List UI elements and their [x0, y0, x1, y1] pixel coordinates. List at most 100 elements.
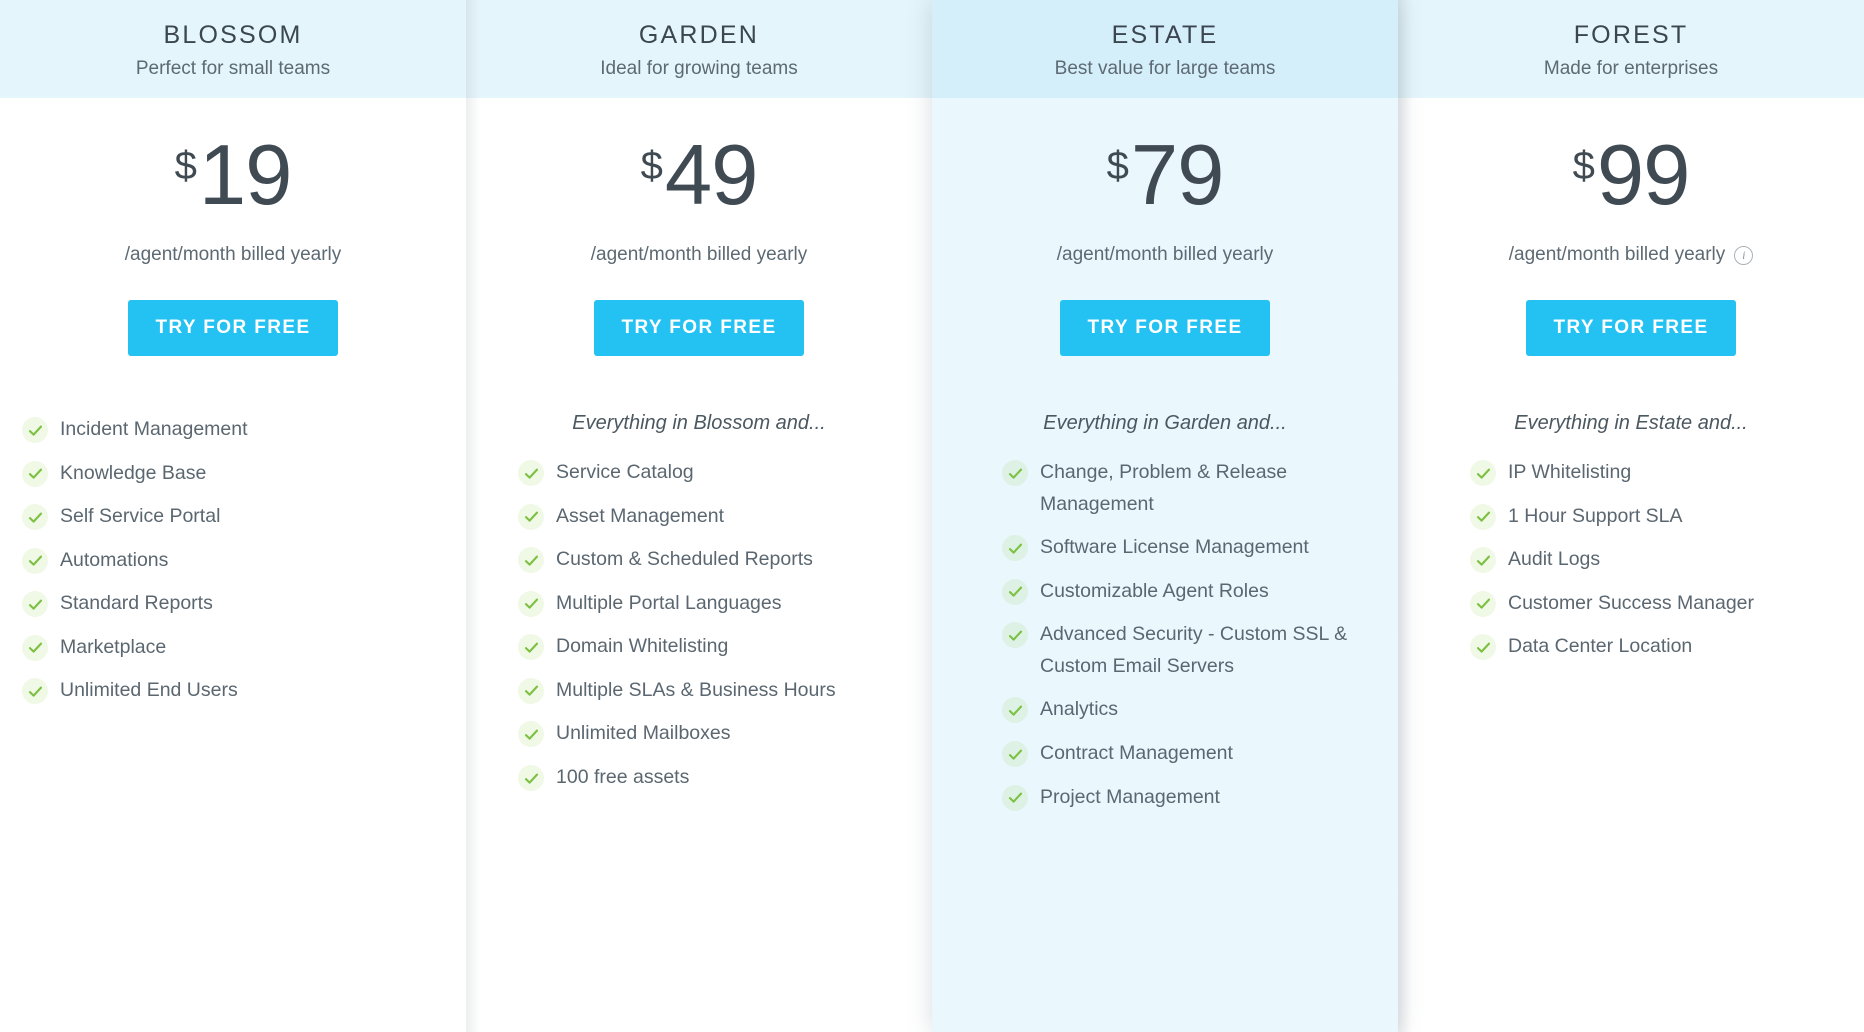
- plan-header: GARDEN Ideal for growing teams: [466, 0, 932, 98]
- plan-body: $99/agent/month billed yearly i TRY FOR FR…: [1398, 98, 1864, 1032]
- feature-item: Domain Whitelisting: [518, 631, 902, 663]
- price-note: /agent/month billed yearly: [1057, 244, 1274, 266]
- feature-item: Project Management: [1002, 782, 1374, 814]
- feature-label: Data Center Location: [1508, 635, 1693, 658]
- feature-item: Change, Problem & Release Management: [1002, 457, 1374, 520]
- feature-item: Custom & Scheduled Reports: [518, 544, 902, 576]
- feature-label: IP Whitelisting: [1508, 461, 1632, 483]
- check-icon: [1470, 503, 1496, 530]
- feature-label: Analytics: [1040, 698, 1119, 721]
- price-note-text: /agent/month billed yearly: [590, 244, 808, 265]
- check-icon: [1470, 547, 1496, 574]
- feature-item: Multiple Portal Languages: [518, 588, 902, 620]
- price-note: /agent/month billed yearly: [591, 244, 808, 266]
- feature-label: Software License Management: [1040, 536, 1309, 559]
- check-icon: [22, 460, 48, 487]
- plan-card-blossom: BLOSSOM Perfect for small teams $19/agent/…: [0, 0, 466, 1032]
- inherits-note: Everything in Blossom and...: [572, 412, 826, 434]
- check-icon: [22, 678, 48, 705]
- currency-symbol: $: [174, 144, 197, 188]
- feature-item: Standard Reports: [22, 588, 436, 620]
- feature-label: Multiple Portal Languages: [556, 591, 782, 614]
- feature-item: Analytics: [1002, 694, 1374, 726]
- feature-label: Marketplace: [60, 635, 167, 658]
- feature-label: 1 Hour Support SLA: [1508, 504, 1683, 527]
- feature-label: Multiple SLAs & Business Hours: [556, 678, 836, 701]
- feature-item: Asset Management: [518, 501, 902, 533]
- plan-card-garden: GARDEN Ideal for growing teams $49/agent/m…: [466, 0, 932, 1032]
- check-icon: [22, 504, 48, 531]
- check-icon: [1002, 697, 1028, 724]
- price-note-text: /agent/month billed yearly: [1056, 244, 1274, 265]
- price-note: /agent/month billed yearly i: [1509, 244, 1754, 266]
- plan-name: BLOSSOM: [163, 20, 303, 49]
- feature-item: Software License Management: [1002, 532, 1374, 564]
- try-for-free-button[interactable]: TRY FOR FREE: [1060, 300, 1270, 356]
- check-icon: [518, 677, 544, 704]
- check-icon: [1002, 535, 1028, 562]
- feature-label: Domain Whitelisting: [556, 635, 729, 658]
- feature-item: Self Service Portal: [22, 501, 436, 533]
- feature-list: Change, Problem & Release Management Soft…: [932, 457, 1398, 825]
- feature-item: Unlimited End Users: [22, 675, 436, 707]
- check-icon: [518, 460, 544, 486]
- feature-label: Advanced Security - Custom SSL & Custom …: [1040, 623, 1348, 677]
- try-for-free-button[interactable]: TRY FOR FREE: [1526, 300, 1736, 356]
- feature-list: Service Catalog Asset Management Custom & …: [466, 457, 932, 806]
- plan-header: BLOSSOM Perfect for small teams: [0, 0, 466, 98]
- check-icon: [1002, 578, 1028, 605]
- feature-item: 100 free assets: [518, 762, 902, 794]
- price-note: /agent/month billed yearly: [125, 244, 342, 266]
- check-icon: [518, 721, 544, 748]
- pricing-plans-table: BLOSSOM Perfect for small teams $19/agent/…: [0, 0, 1864, 1032]
- try-for-free-button[interactable]: TRY FOR FREE: [594, 300, 804, 356]
- feature-item: Data Center Location: [1470, 631, 1840, 663]
- feature-item: IP Whitelisting: [1470, 457, 1840, 489]
- check-icon: [22, 547, 48, 574]
- feature-label: Unlimited End Users: [60, 679, 238, 702]
- feature-label: Change, Problem & Release Management: [1040, 461, 1288, 515]
- feature-label: Asset Management: [556, 504, 725, 527]
- check-icon: [518, 634, 544, 661]
- check-icon: [22, 591, 48, 618]
- feature-item: Marketplace: [22, 632, 436, 664]
- feature-label: Service Catalog: [556, 461, 694, 483]
- check-icon: [22, 634, 48, 661]
- feature-item: Customizable Agent Roles: [1002, 576, 1374, 608]
- plan-body: $79/agent/month billed yearly TRY FOR FRE…: [932, 98, 1398, 1032]
- feature-item: Unlimited Mailboxes: [518, 718, 902, 750]
- plan-tagline: Ideal for growing teams: [600, 58, 798, 80]
- currency-symbol: $: [1572, 144, 1595, 188]
- currency-symbol: $: [1106, 144, 1129, 188]
- plan-price: $99: [1572, 128, 1691, 223]
- feature-label: 100 free assets: [556, 766, 690, 789]
- feature-item: Customer Success Manager: [1470, 588, 1840, 620]
- feature-list: IP Whitelisting 1 Hour Support SLA Audit L…: [1398, 457, 1864, 675]
- feature-label: Knowledge Base: [60, 461, 207, 484]
- price-amount: 49: [664, 128, 759, 223]
- feature-label: Custom & Scheduled Reports: [556, 548, 813, 571]
- feature-item: Multiple SLAs & Business Hours: [518, 675, 902, 707]
- price-amount: 99: [1596, 128, 1691, 223]
- try-for-free-button[interactable]: TRY FOR FREE: [128, 300, 338, 356]
- check-icon: [22, 417, 48, 443]
- plan-price: $79: [1106, 128, 1225, 223]
- plan-header: FOREST Made for enterprises: [1398, 0, 1864, 98]
- feature-item: Advanced Security - Custom SSL & Custom …: [1002, 619, 1374, 682]
- feature-label: Incident Management: [60, 418, 248, 440]
- check-icon: [1470, 590, 1496, 617]
- check-icon: [1002, 460, 1028, 486]
- feature-item: Automations: [22, 545, 436, 577]
- info-icon[interactable]: i: [1734, 245, 1754, 265]
- check-icon: [1002, 622, 1028, 649]
- price-amount: 79: [1130, 128, 1225, 223]
- check-icon: [1470, 634, 1496, 661]
- feature-item: Knowledge Base: [22, 458, 436, 490]
- price-note-text: /agent/month billed yearly: [124, 244, 342, 265]
- feature-label: Contract Management: [1040, 742, 1233, 765]
- plan-header: ESTATE Best value for large teams: [932, 0, 1398, 98]
- feature-label: Audit Logs: [1508, 548, 1601, 571]
- plan-price: $19: [174, 128, 293, 223]
- plan-body: $49/agent/month billed yearly TRY FOR FRE…: [466, 98, 932, 1032]
- price-amount: 19: [198, 128, 293, 223]
